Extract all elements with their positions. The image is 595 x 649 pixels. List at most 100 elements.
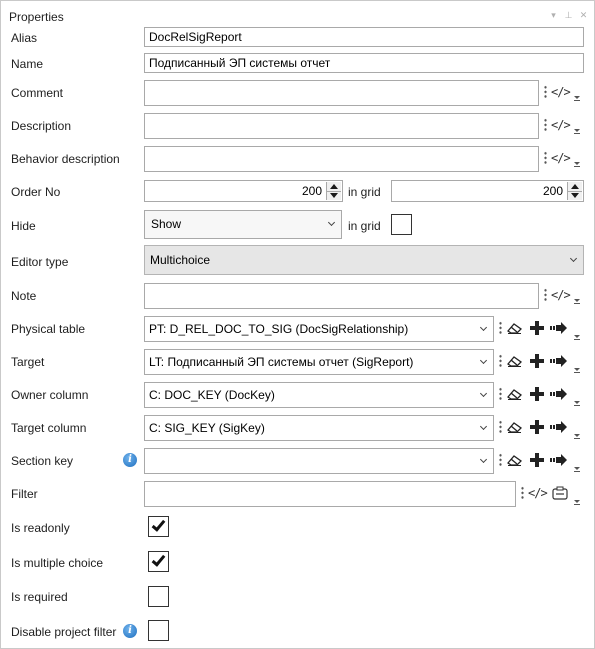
spin-down-button[interactable] [568,190,582,200]
expand-arrow-icon[interactable] [574,434,580,439]
filter-builder-icon[interactable] [552,486,568,500]
physical-table-select[interactable]: PT: D_REL_DOC_TO_SIG (DocSigRelationship… [144,316,494,342]
comment-label: Comment [11,86,64,100]
more-options-icon[interactable] [544,288,547,302]
is-required-checkbox[interactable] [148,586,169,607]
triangle-down-icon [330,193,338,199]
editor-type-select[interactable]: Multichoice [144,245,584,275]
pin-icon[interactable]: ⊥ [564,9,573,21]
spin-down-button[interactable] [327,190,341,200]
panel-title-buttons: ▾ ⊥ ✕ [549,9,588,21]
more-options-icon[interactable] [499,321,502,335]
more-options-icon[interactable] [544,151,547,165]
target-column-label: Target column [11,421,87,435]
expand-arrow-icon[interactable] [574,162,580,167]
more-options-icon[interactable] [499,387,502,401]
spin-up-button[interactable] [327,182,341,191]
name-label: Name [11,57,44,71]
alias-label: Alias [11,31,38,45]
is-readonly-checkbox[interactable] [148,516,169,537]
expand-arrow-icon[interactable] [574,129,580,134]
add-icon[interactable] [529,353,545,369]
more-options-icon[interactable] [544,85,547,99]
triangle-up-icon [571,183,579,189]
eraser-icon[interactable] [507,323,522,334]
expand-arrow-icon[interactable] [574,500,580,505]
expand-arrow-icon[interactable] [574,335,580,340]
order-no-grid-label: in grid [348,185,381,199]
target-label: Target [11,355,45,369]
triangle-up-icon [330,183,338,189]
is-readonly-label: Is readonly [11,521,70,535]
disable-project-filter-checkbox[interactable] [148,620,169,641]
alias-input[interactable]: DocRelSigReport [144,27,584,47]
is-multiple-choice-label: Is multiple choice [11,556,104,570]
filter-input[interactable] [144,481,516,507]
hide-grid-checkbox[interactable] [391,214,412,235]
owner-column-select[interactable]: C: DOC_KEY (DocKey) [144,382,494,408]
spin-up-button[interactable] [568,182,582,191]
target-select[interactable]: LT: Подписанный ЭП системы отчет (SigRep… [144,349,494,375]
code-editor-icon[interactable]: </> [551,85,571,99]
is-required-label: Is required [11,590,68,604]
add-icon[interactable] [529,320,545,336]
order-no-grid-spinner[interactable] [567,182,582,200]
is-multiple-choice-checkbox[interactable] [148,551,169,572]
expand-arrow-icon[interactable] [574,96,580,101]
eraser-icon[interactable] [507,422,522,433]
editor-type-value: Multichoice [150,253,211,267]
note-label: Note [11,289,37,303]
target-column-value: C: SIG_KEY (SigKey) [149,421,265,435]
disable-project-filter-label: Disable project filter [11,625,117,639]
info-icon[interactable]: i [123,453,137,467]
go-to-arrow-icon[interactable] [550,388,568,400]
add-icon[interactable] [529,452,545,468]
chevron-down-icon [479,455,488,464]
expand-arrow-icon[interactable] [574,401,580,406]
note-input[interactable] [144,283,539,309]
target-column-select[interactable]: C: SIG_KEY (SigKey) [144,415,494,441]
go-to-arrow-icon[interactable] [550,454,568,466]
code-editor-icon[interactable]: </> [551,151,571,165]
order-no-spinner[interactable] [326,182,341,200]
order-no-input[interactable]: 200 [144,180,343,202]
more-options-icon[interactable] [544,118,547,132]
physical-table-label: Physical table [11,322,86,336]
hide-select-value: Show [151,217,182,231]
owner-column-value: C: DOC_KEY (DocKey) [149,388,275,402]
description-input[interactable] [144,113,539,139]
triangle-down-icon [571,193,579,199]
go-to-arrow-icon[interactable] [550,322,568,334]
more-options-icon[interactable] [499,453,502,467]
close-icon[interactable]: ✕ [579,9,588,21]
hide-select[interactable]: Show [144,210,342,239]
hide-label: Hide [11,219,36,233]
more-options-icon[interactable] [499,420,502,434]
chevron-down-icon [327,218,336,227]
info-icon[interactable]: i [123,624,137,638]
expand-arrow-icon[interactable] [574,299,580,304]
eraser-icon[interactable] [507,389,522,400]
behavior-description-label: Behavior description [11,152,120,166]
expand-arrow-icon[interactable] [574,467,580,472]
behavior-description-input[interactable] [144,146,539,172]
more-options-icon[interactable] [521,486,524,500]
code-editor-icon[interactable]: </> [551,118,571,132]
go-to-arrow-icon[interactable] [550,421,568,433]
more-options-icon[interactable] [499,354,502,368]
eraser-icon[interactable] [507,455,522,466]
code-editor-icon[interactable]: </> [551,288,571,302]
go-to-arrow-icon[interactable] [550,355,568,367]
order-no-value: 200 [301,184,322,198]
order-no-grid-value: 200 [542,184,563,198]
comment-input[interactable] [144,80,539,106]
add-icon[interactable] [529,419,545,435]
name-input[interactable]: Подписанный ЭП системы отчет [144,53,584,73]
code-editor-icon[interactable]: </> [528,486,548,500]
dropdown-menu-icon[interactable]: ▾ [549,9,558,21]
eraser-icon[interactable] [507,356,522,367]
section-key-select[interactable] [144,448,494,474]
add-icon[interactable] [529,386,545,402]
expand-arrow-icon[interactable] [574,368,580,373]
order-no-grid-input[interactable]: 200 [391,180,584,202]
